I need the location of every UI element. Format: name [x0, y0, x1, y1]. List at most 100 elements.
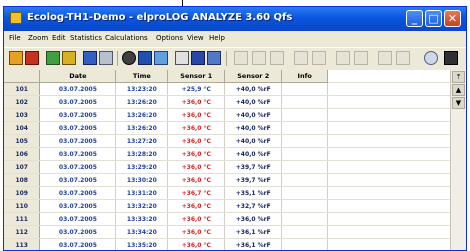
date-cell[interactable]: 03.07.2005: [39, 82, 117, 96]
sensor-2-cell[interactable]: +39,7 %rF: [224, 160, 283, 174]
menu-options[interactable]: Options: [156, 34, 183, 42]
grid-icon[interactable]: [444, 51, 458, 65]
filter-icon[interactable]: [207, 51, 221, 65]
date-cell[interactable]: 03.07.2005: [39, 173, 117, 187]
date-cell[interactable]: 03.07.2005: [39, 225, 117, 239]
menu-calculations[interactable]: Calculations: [105, 34, 148, 42]
sensor-2-cell[interactable]: +32,7 %rF: [224, 199, 283, 213]
row-number[interactable]: 108: [4, 173, 41, 187]
report-icon[interactable]: [191, 51, 205, 65]
info-cell[interactable]: [281, 134, 329, 148]
info-cell[interactable]: [281, 147, 329, 161]
row-number[interactable]: 104: [4, 121, 41, 135]
row-number[interactable]: 102: [4, 95, 41, 109]
sensor-1-cell[interactable]: +25,9 °C: [167, 82, 226, 96]
close-button[interactable]: ✕: [444, 10, 461, 27]
info-cell[interactable]: [281, 173, 329, 187]
menu-zoom[interactable]: Zoom: [28, 34, 48, 42]
time-cell[interactable]: 13:34:20: [115, 225, 169, 239]
table-row[interactable]: 113 03.07.2005 13:35:20 +36,0 °C +36,1 %rF: [4, 238, 452, 250]
row-number[interactable]: 105: [4, 134, 41, 148]
sensor-2-cell[interactable]: +36,1 %rF: [224, 225, 283, 239]
table-row[interactable]: 105 03.07.2005 13:27:20 +36,0 °C +40,0 %rF: [4, 134, 452, 148]
sensor-1-cell[interactable]: +36,7 °C: [167, 186, 226, 200]
date-cell[interactable]: 03.07.2005: [39, 212, 117, 226]
copy-icon[interactable]: [122, 51, 136, 65]
info-cell[interactable]: [281, 82, 329, 96]
time-cell[interactable]: 13:35:20: [115, 238, 169, 250]
sensor-2-cell[interactable]: +36,0 %rF: [224, 212, 283, 226]
sensor-2-cell[interactable]: +40,0 %rF: [224, 147, 283, 161]
row-number[interactable]: 112: [4, 225, 41, 239]
column-header-sensor-1[interactable]: Sensor 1: [167, 70, 226, 83]
scroll-top-icon[interactable]: ⤒: [452, 71, 465, 83]
menu-help[interactable]: Help: [209, 34, 225, 42]
row-number[interactable]: 103: [4, 108, 41, 122]
row-number[interactable]: 111: [4, 212, 41, 226]
time-cell[interactable]: 13:30:20: [115, 173, 169, 187]
date-cell[interactable]: 03.07.2005: [39, 199, 117, 213]
table-icon[interactable]: [154, 51, 168, 65]
logger-icon[interactable]: [9, 51, 23, 65]
column-header-info[interactable]: Info: [281, 70, 329, 83]
table-row[interactable]: 103 03.07.2005 13:26:20 +36,0 °C +40,0 %rF: [4, 108, 452, 122]
table-row[interactable]: 112 03.07.2005 13:34:20 +36,0 °C +36,1 %rF: [4, 225, 452, 239]
info-cell[interactable]: [281, 160, 329, 174]
info-cell[interactable]: [281, 186, 329, 200]
sensor-1-cell[interactable]: +36,0 °C: [167, 121, 226, 135]
column-header-time[interactable]: Time: [115, 70, 169, 83]
time-cell[interactable]: 13:31:20: [115, 186, 169, 200]
info-cell[interactable]: [281, 225, 329, 239]
date-cell[interactable]: 03.07.2005: [39, 121, 117, 135]
sensor-2-cell[interactable]: +40,0 %rF: [224, 108, 283, 122]
save-icon[interactable]: [46, 51, 60, 65]
chart-icon[interactable]: [138, 51, 152, 65]
minimize-button[interactable]: _: [406, 10, 423, 27]
time-cell[interactable]: 13:29:20: [115, 160, 169, 174]
sensor-2-cell[interactable]: +40,0 %rF: [224, 121, 283, 135]
time-cell[interactable]: 13:28:20: [115, 147, 169, 161]
info-cell[interactable]: [281, 238, 329, 250]
time-cell[interactable]: 13:33:20: [115, 212, 169, 226]
table-row[interactable]: 108 03.07.2005 13:30:20 +36,0 °C +39,7 %rF: [4, 173, 452, 187]
sensor-1-cell[interactable]: +36,0 °C: [167, 95, 226, 109]
sensor-1-cell[interactable]: +36,0 °C: [167, 212, 226, 226]
download-icon[interactable]: [25, 51, 39, 65]
row-number[interactable]: 106: [4, 147, 41, 161]
sensor-1-cell[interactable]: +36,0 °C: [167, 147, 226, 161]
time-cell[interactable]: 13:32:20: [115, 199, 169, 213]
table-row[interactable]: 102 03.07.2005 13:26:20 +36,0 °C +40,0 %rF: [4, 95, 452, 109]
sensor-1-cell[interactable]: +36,0 °C: [167, 225, 226, 239]
menu-file[interactable]: File: [9, 34, 21, 42]
sensor-1-cell[interactable]: +36,0 °C: [167, 238, 226, 250]
date-cell[interactable]: 03.07.2005: [39, 95, 117, 109]
scroll-down-icon[interactable]: ▼: [452, 97, 465, 109]
date-cell[interactable]: 03.07.2005: [39, 186, 117, 200]
maximize-button[interactable]: □: [425, 10, 442, 27]
sensor-1-cell[interactable]: +36,0 °C: [167, 160, 226, 174]
menu-edit[interactable]: Edit: [52, 34, 66, 42]
date-cell[interactable]: 03.07.2005: [39, 108, 117, 122]
print-icon[interactable]: [99, 51, 113, 65]
row-number[interactable]: 113: [4, 238, 41, 250]
title-bar[interactable]: Ecolog-TH1-Demo - elproLOG ANALYZE 3.60 …: [4, 7, 466, 31]
row-number[interactable]: 107: [4, 160, 41, 174]
sensor-2-cell[interactable]: +40,0 %rF: [224, 82, 283, 96]
vertical-scrollbar[interactable]: ⤒ ▲ ▼: [450, 70, 466, 250]
sensor-2-cell[interactable]: +40,0 %rF: [224, 134, 283, 148]
table-row[interactable]: 111 03.07.2005 13:33:20 +36,0 °C +36,0 %rF: [4, 212, 452, 226]
table-row[interactable]: 110 03.07.2005 13:32:20 +36,0 °C +32,7 %rF: [4, 199, 452, 213]
date-cell[interactable]: 03.07.2005: [39, 160, 117, 174]
row-number[interactable]: 110: [4, 199, 41, 213]
sensor-1-cell[interactable]: +36,0 °C: [167, 173, 226, 187]
info-icon[interactable]: [424, 51, 438, 65]
export-icon[interactable]: [62, 51, 76, 65]
table-row[interactable]: 101 03.07.2005 13:23:20 +25,9 °C +40,0 %rF: [4, 82, 452, 96]
table-row[interactable]: 104 03.07.2005 13:26:20 +36,0 °C +40,0 %rF: [4, 121, 452, 135]
time-cell[interactable]: 13:26:20: [115, 108, 169, 122]
sensor-2-cell[interactable]: +35,1 %rF: [224, 186, 283, 200]
column-header-sensor-2[interactable]: Sensor 2: [224, 70, 283, 83]
time-cell[interactable]: 13:26:20: [115, 121, 169, 135]
info-cell[interactable]: [281, 199, 329, 213]
time-cell[interactable]: 13:23:20: [115, 82, 169, 96]
